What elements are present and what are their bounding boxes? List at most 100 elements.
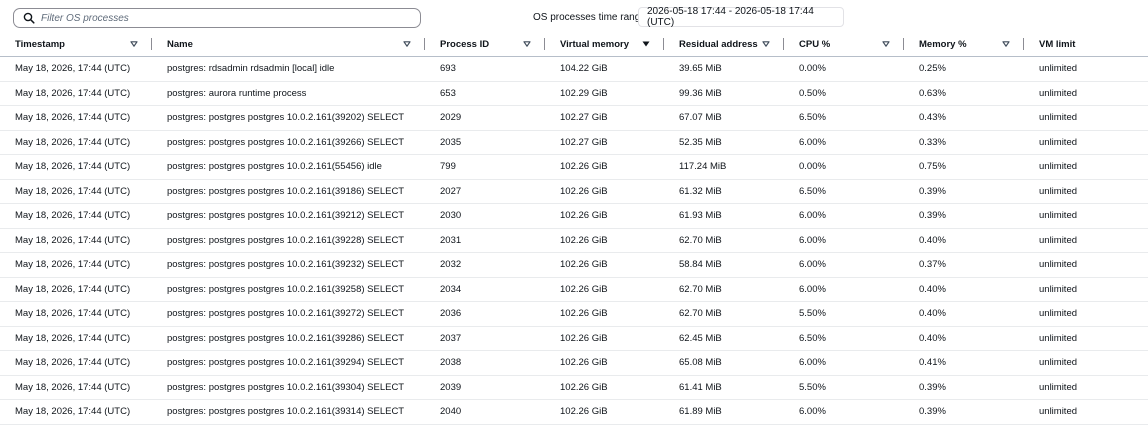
sort-caret-icon[interactable] — [130, 40, 138, 48]
column-header-memory-percent[interactable]: Memory % — [904, 32, 1024, 57]
table-row: May 18, 2026, 17:44 (UTC) postgres: postg… — [0, 130, 1148, 155]
cell-memory-percent: 0.33% — [904, 130, 1024, 155]
cell-residual-address: 62.70 MiB — [664, 277, 784, 302]
cell-timestamp: May 18, 2026, 17:44 (UTC) — [0, 252, 152, 278]
table-row: May 18, 2026, 17:44 (UTC) postgres: postg… — [0, 399, 1148, 425]
cell-timestamp: May 18, 2026, 17:44 (UTC) — [0, 399, 152, 425]
cell-residual-address: 52.35 MiB — [664, 130, 784, 155]
cell-timestamp: May 18, 2026, 17:44 (UTC) — [0, 203, 152, 229]
cell-virtual-memory: 102.29 GiB — [545, 81, 664, 106]
cell-residual-address: 61.89 MiB — [664, 399, 784, 425]
column-header-label: CPU % — [799, 38, 831, 50]
cell-process-id: 2037 — [425, 326, 545, 351]
cell-virtual-memory: 102.26 GiB — [545, 154, 664, 180]
cell-process-id: 2032 — [425, 252, 545, 278]
column-header-timestamp[interactable]: Timestamp — [0, 32, 152, 57]
cell-residual-address: 117.24 MiB — [664, 154, 784, 180]
cell-vm-limit: unlimited — [1024, 228, 1148, 253]
cell-memory-percent: 0.25% — [904, 56, 1024, 82]
cell-vm-limit: unlimited — [1024, 56, 1148, 82]
cell-process-id: 799 — [425, 154, 545, 180]
cell-memory-percent: 0.37% — [904, 252, 1024, 278]
cell-cpu-percent: 0.00% — [784, 154, 904, 180]
cell-residual-address: 62.70 MiB — [664, 301, 784, 327]
cell-memory-percent: 0.39% — [904, 375, 1024, 400]
sort-descending-icon[interactable] — [642, 40, 650, 48]
cell-cpu-percent: 6.00% — [784, 277, 904, 302]
table-row: May 18, 2026, 17:44 (UTC) postgres: auror… — [0, 81, 1148, 106]
cell-name: postgres: postgres postgres 10.0.2.161(3… — [152, 326, 425, 351]
filter-search-box[interactable] — [13, 8, 421, 28]
column-header-process-id[interactable]: Process ID — [425, 32, 545, 57]
cell-vm-limit: unlimited — [1024, 277, 1148, 302]
cell-name: postgres: postgres postgres 10.0.2.161(3… — [152, 130, 425, 155]
cell-process-id: 2031 — [425, 228, 545, 253]
cell-process-id: 2038 — [425, 350, 545, 376]
cell-memory-percent: 0.39% — [904, 179, 1024, 204]
cell-name: postgres: postgres postgres 10.0.2.161(3… — [152, 350, 425, 376]
cell-virtual-memory: 102.27 GiB — [545, 130, 664, 155]
cell-vm-limit: unlimited — [1024, 203, 1148, 229]
cell-process-id: 2027 — [425, 179, 545, 204]
column-header-cpu-percent[interactable]: CPU % — [784, 32, 904, 57]
sort-caret-icon[interactable] — [1002, 40, 1010, 48]
cell-vm-limit: unlimited — [1024, 179, 1148, 204]
table-row: May 18, 2026, 17:44 (UTC) postgres: rdsad… — [0, 56, 1148, 82]
sort-caret-icon[interactable] — [882, 40, 890, 48]
cell-timestamp: May 18, 2026, 17:44 (UTC) — [0, 301, 152, 327]
cell-timestamp: May 18, 2026, 17:44 (UTC) — [0, 130, 152, 155]
column-header-virtual-memory[interactable]: Virtual memory — [545, 32, 664, 57]
sort-caret-icon[interactable] — [403, 40, 411, 48]
cell-residual-address: 65.08 MiB — [664, 350, 784, 376]
cell-name: postgres: postgres postgres 10.0.2.161(3… — [152, 252, 425, 278]
column-header-residual-address[interactable]: Residual address — [664, 32, 784, 57]
cell-residual-address: 62.70 MiB — [664, 228, 784, 253]
cell-residual-address: 61.41 MiB — [664, 375, 784, 400]
cell-vm-limit: unlimited — [1024, 252, 1148, 278]
cell-timestamp: May 18, 2026, 17:44 (UTC) — [0, 179, 152, 204]
filter-processes-input[interactable] — [41, 12, 401, 24]
cell-vm-limit: unlimited — [1024, 350, 1148, 376]
cell-cpu-percent: 6.00% — [784, 252, 904, 278]
cell-virtual-memory: 102.26 GiB — [545, 203, 664, 229]
cell-virtual-memory: 102.26 GiB — [545, 179, 664, 204]
table-row: May 18, 2026, 17:44 (UTC) postgres: postg… — [0, 326, 1148, 351]
cell-virtual-memory: 102.26 GiB — [545, 301, 664, 327]
table-row: May 18, 2026, 17:44 (UTC) postgres: postg… — [0, 203, 1148, 229]
cell-memory-percent: 0.43% — [904, 105, 1024, 131]
cell-memory-percent: 0.40% — [904, 326, 1024, 351]
cell-cpu-percent: 6.00% — [784, 399, 904, 425]
cell-name: postgres: postgres postgres 10.0.2.161(3… — [152, 399, 425, 425]
table-row: May 18, 2026, 17:44 (UTC) postgres: postg… — [0, 105, 1148, 131]
table-row: May 18, 2026, 17:44 (UTC) postgres: postg… — [0, 301, 1148, 327]
cell-cpu-percent: 6.50% — [784, 326, 904, 351]
time-range-value: 2026-05-18 17:44 - 2026-05-18 17:44 (UTC… — [638, 6, 844, 28]
cell-cpu-percent: 6.00% — [784, 350, 904, 376]
cell-process-id: 2036 — [425, 301, 545, 327]
table-row: May 18, 2026, 17:44 (UTC) postgres: postg… — [0, 228, 1148, 253]
cell-cpu-percent: 0.00% — [784, 56, 904, 82]
cell-virtual-memory: 104.22 GiB — [545, 56, 664, 82]
table-row: May 18, 2026, 17:44 (UTC) postgres: postg… — [0, 154, 1148, 180]
cell-memory-percent: 0.39% — [904, 203, 1024, 229]
cell-process-id: 2029 — [425, 105, 545, 131]
cell-memory-percent: 0.39% — [904, 399, 1024, 425]
cell-name: postgres: aurora runtime process — [152, 81, 425, 106]
os-processes-table: Timestamp Name Process ID Virtual memory Res… — [0, 32, 1148, 425]
cell-cpu-percent: 6.50% — [784, 105, 904, 131]
cell-residual-address: 61.32 MiB — [664, 179, 784, 204]
cell-name: postgres: postgres postgres 10.0.2.161(3… — [152, 179, 425, 204]
column-header-label: Virtual memory — [560, 38, 629, 50]
sort-caret-icon[interactable] — [523, 40, 531, 48]
cell-cpu-percent: 0.50% — [784, 81, 904, 106]
cell-timestamp: May 18, 2026, 17:44 (UTC) — [0, 375, 152, 400]
cell-virtual-memory: 102.26 GiB — [545, 277, 664, 302]
column-header-label: Memory % — [919, 38, 967, 50]
cell-process-id: 2034 — [425, 277, 545, 302]
cell-virtual-memory: 102.26 GiB — [545, 375, 664, 400]
cell-process-id: 653 — [425, 81, 545, 106]
table-row: May 18, 2026, 17:44 (UTC) postgres: postg… — [0, 179, 1148, 204]
sort-caret-icon[interactable] — [762, 40, 770, 48]
cell-memory-percent: 0.63% — [904, 81, 1024, 106]
column-header-name[interactable]: Name — [152, 32, 425, 57]
